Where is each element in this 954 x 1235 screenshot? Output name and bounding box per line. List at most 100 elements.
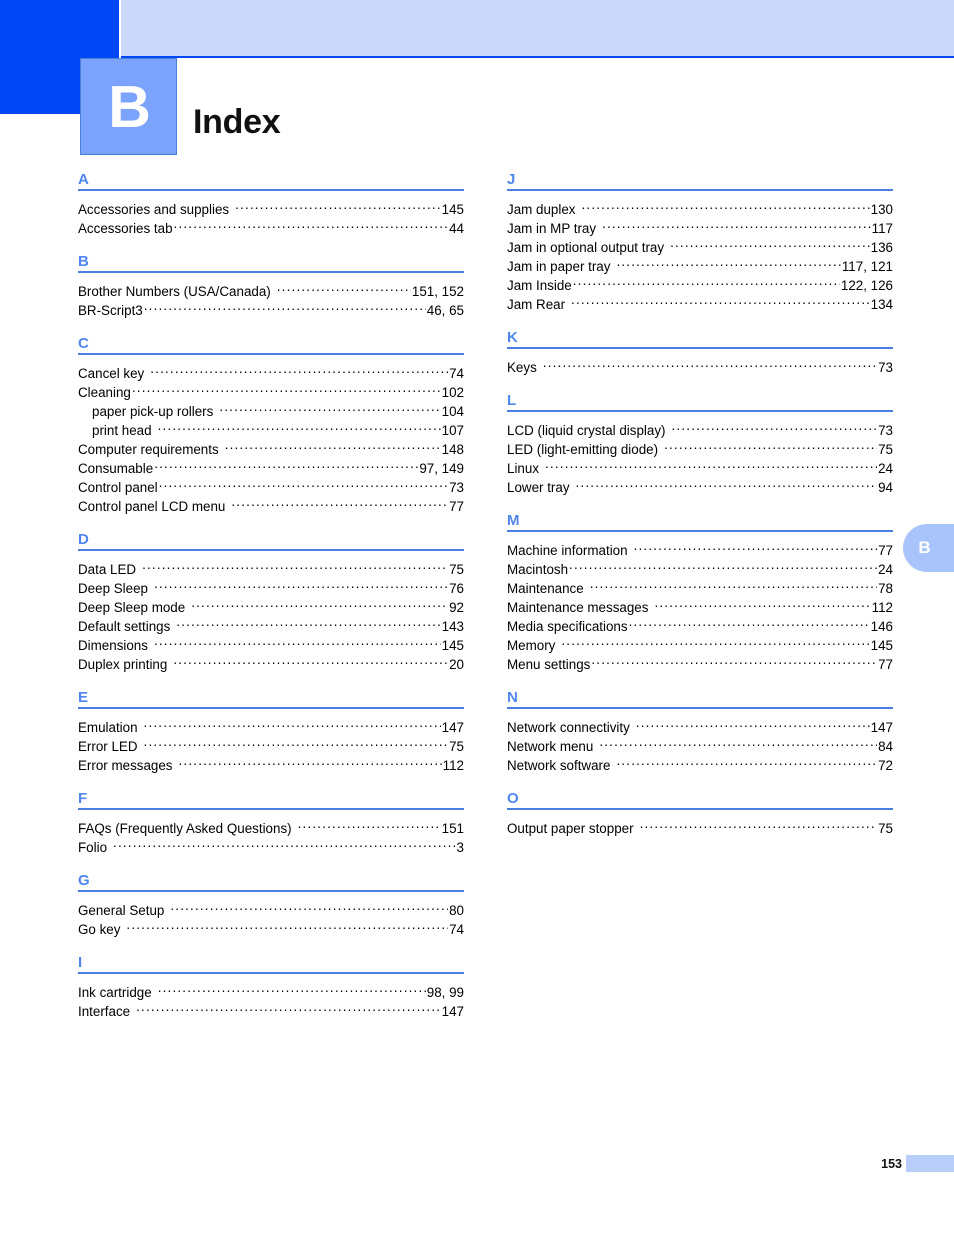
index-entry[interactable]: Linux 24 xyxy=(507,459,893,478)
index-entry-label: Menu settings xyxy=(507,657,591,672)
index-entry[interactable]: Deep Sleep mode 92 xyxy=(78,598,464,617)
index-entry[interactable]: Emulation 147 xyxy=(78,718,464,737)
index-entry[interactable]: Default settings 143 xyxy=(78,617,464,636)
index-entry[interactable]: Error messages 112 xyxy=(78,756,464,775)
index-entry-label: Machine information xyxy=(507,543,628,558)
index-entry[interactable]: Accessories tab 44 xyxy=(78,219,464,238)
section-divider xyxy=(78,189,464,191)
index-entry-page-number: 117, 121 xyxy=(841,259,893,274)
index-entry[interactable]: print head 107 xyxy=(78,421,464,440)
index-entry[interactable]: Cancel key 74 xyxy=(78,364,464,383)
index-entry-label: Duplex printing xyxy=(78,657,168,672)
index-entry[interactable]: BR-Script3 46, 65 xyxy=(78,301,464,320)
index-entry-leader-dots xyxy=(179,756,442,770)
index-entry[interactable]: Jam duplex 130 xyxy=(507,200,893,219)
index-entry-label: Network software xyxy=(507,758,611,773)
index-entry[interactable]: Jam in MP tray 117 xyxy=(507,219,893,238)
index-entry[interactable]: Accessories and supplies 145 xyxy=(78,200,464,219)
index-entry-label: Network connectivity xyxy=(507,720,630,735)
index-entry[interactable]: Data LED 75 xyxy=(78,560,464,579)
index-entry-label: Emulation xyxy=(78,720,138,735)
index-entry-page-number: 80 xyxy=(449,903,464,918)
index-entry-leader-dots xyxy=(154,636,441,650)
section-divider xyxy=(78,808,464,810)
index-section-l: L LCD (liquid crystal display) 73 LED (ligh… xyxy=(507,393,893,497)
index-entry-leader-dots xyxy=(154,459,418,473)
section-letter: F xyxy=(78,790,88,807)
index-entry[interactable]: Media specifications 146 xyxy=(507,617,893,636)
index-entry-page-number: 75 xyxy=(878,821,893,836)
index-entry[interactable]: Jam Inside 122, 126 xyxy=(507,276,893,295)
index-entry[interactable]: Deep Sleep 76 xyxy=(78,579,464,598)
index-entry-leader-dots xyxy=(581,200,869,214)
index-entry[interactable]: Duplex printing 20 xyxy=(78,655,464,674)
index-entry[interactable]: Keys 73 xyxy=(507,358,893,377)
chapter-thumb-tab-letter: B xyxy=(918,538,931,557)
index-entry[interactable]: General Setup 80 xyxy=(78,901,464,920)
index-entry-leader-dots xyxy=(590,579,877,593)
index-entry[interactable]: Control panel 73 xyxy=(78,478,464,497)
section-letter: J xyxy=(507,171,516,188)
index-entry-label: Memory xyxy=(507,638,556,653)
index-entry-page-number: 3 xyxy=(456,840,464,855)
index-entry-leader-dots xyxy=(561,636,869,650)
index-entry-page-number: 146 xyxy=(870,619,893,634)
index-entry-leader-dots xyxy=(235,200,441,214)
index-entry[interactable]: Maintenance 78 xyxy=(507,579,893,598)
index-entry[interactable]: Machine information 77 xyxy=(507,541,893,560)
index-entry[interactable]: Macintosh 24 xyxy=(507,560,893,579)
index-entry-label: Maintenance messages xyxy=(507,600,649,615)
index-entry[interactable]: FAQs (Frequently Asked Questions) 151 xyxy=(78,819,464,838)
index-entry-label: LED (light-emitting diode) xyxy=(507,442,659,457)
index-entry-page-number: 73 xyxy=(449,480,464,495)
index-entry[interactable]: Memory 145 xyxy=(507,636,893,655)
section-letter: E xyxy=(78,689,89,706)
index-entry-leader-dots xyxy=(150,364,448,378)
index-entry[interactable]: Network connectivity 147 xyxy=(507,718,893,737)
index-entry[interactable]: paper pick-up rollers 104 xyxy=(78,402,464,421)
index-entry[interactable]: LCD (liquid crystal display) 73 xyxy=(507,421,893,440)
index-entry[interactable]: Go key 74 xyxy=(78,920,464,939)
index-entry[interactable]: Computer requirements 148 xyxy=(78,440,464,459)
index-entry-label: BR-Script3 xyxy=(78,303,143,318)
index-entry-label: Data LED xyxy=(78,562,137,577)
index-entry[interactable]: Network software 72 xyxy=(507,756,893,775)
index-entry[interactable]: LED (light-emitting diode) 75 xyxy=(507,440,893,459)
index-entry-label: Macintosh xyxy=(507,562,569,577)
index-entry[interactable]: Control panel LCD menu 77 xyxy=(78,497,464,516)
index-entry-label: Ink cartridge xyxy=(78,985,152,1000)
index-entry-label: LCD (liquid crystal display) xyxy=(507,423,666,438)
index-entry-leader-dots xyxy=(634,541,878,555)
index-entry[interactable]: Folio 3 xyxy=(78,838,464,857)
index-entry[interactable]: Consumable 97, 149 xyxy=(78,459,464,478)
section-divider xyxy=(78,707,464,709)
index-entry[interactable]: Jam in optional output tray 136 xyxy=(507,238,893,257)
index-entry[interactable]: Cleaning 102 xyxy=(78,383,464,402)
index-entry-leader-dots xyxy=(144,718,441,732)
index-entry-label: Error messages xyxy=(78,758,173,773)
index-entry[interactable]: Interface 147 xyxy=(78,1002,464,1021)
index-entry[interactable]: Lower tray 94 xyxy=(507,478,893,497)
index-entry[interactable]: Network menu 84 xyxy=(507,737,893,756)
index-entry[interactable]: Jam Rear 134 xyxy=(507,295,893,314)
index-entry[interactable]: Error LED 75 xyxy=(78,737,464,756)
section-letter: M xyxy=(507,512,520,529)
index-entry-leader-dots xyxy=(569,560,877,574)
index-entry[interactable]: Ink cartridge 98, 99 xyxy=(78,983,464,1002)
index-entry[interactable]: Brother Numbers (USA/Canada) 151, 152 xyxy=(78,282,464,301)
index-entry-leader-dots xyxy=(599,737,877,751)
index-entry-page-number: 147 xyxy=(441,720,464,735)
index-entry[interactable]: Menu settings 77 xyxy=(507,655,893,674)
index-entry-leader-dots xyxy=(225,440,441,454)
index-entry[interactable]: Jam in paper tray 117, 121 xyxy=(507,257,893,276)
index-entry[interactable]: Output paper stopper 75 xyxy=(507,819,893,838)
index-entry[interactable]: Maintenance messages 112 xyxy=(507,598,893,617)
index-entry-label: General Setup xyxy=(78,903,165,918)
index-entry-leader-dots xyxy=(158,421,441,435)
header-blue-rule xyxy=(121,56,954,58)
index-entry-label: Accessories tab xyxy=(78,221,173,236)
section-letter: G xyxy=(78,872,90,889)
footer-page-number: 153 xyxy=(881,1157,902,1171)
section-divider xyxy=(78,271,464,273)
index-entry[interactable]: Dimensions 145 xyxy=(78,636,464,655)
